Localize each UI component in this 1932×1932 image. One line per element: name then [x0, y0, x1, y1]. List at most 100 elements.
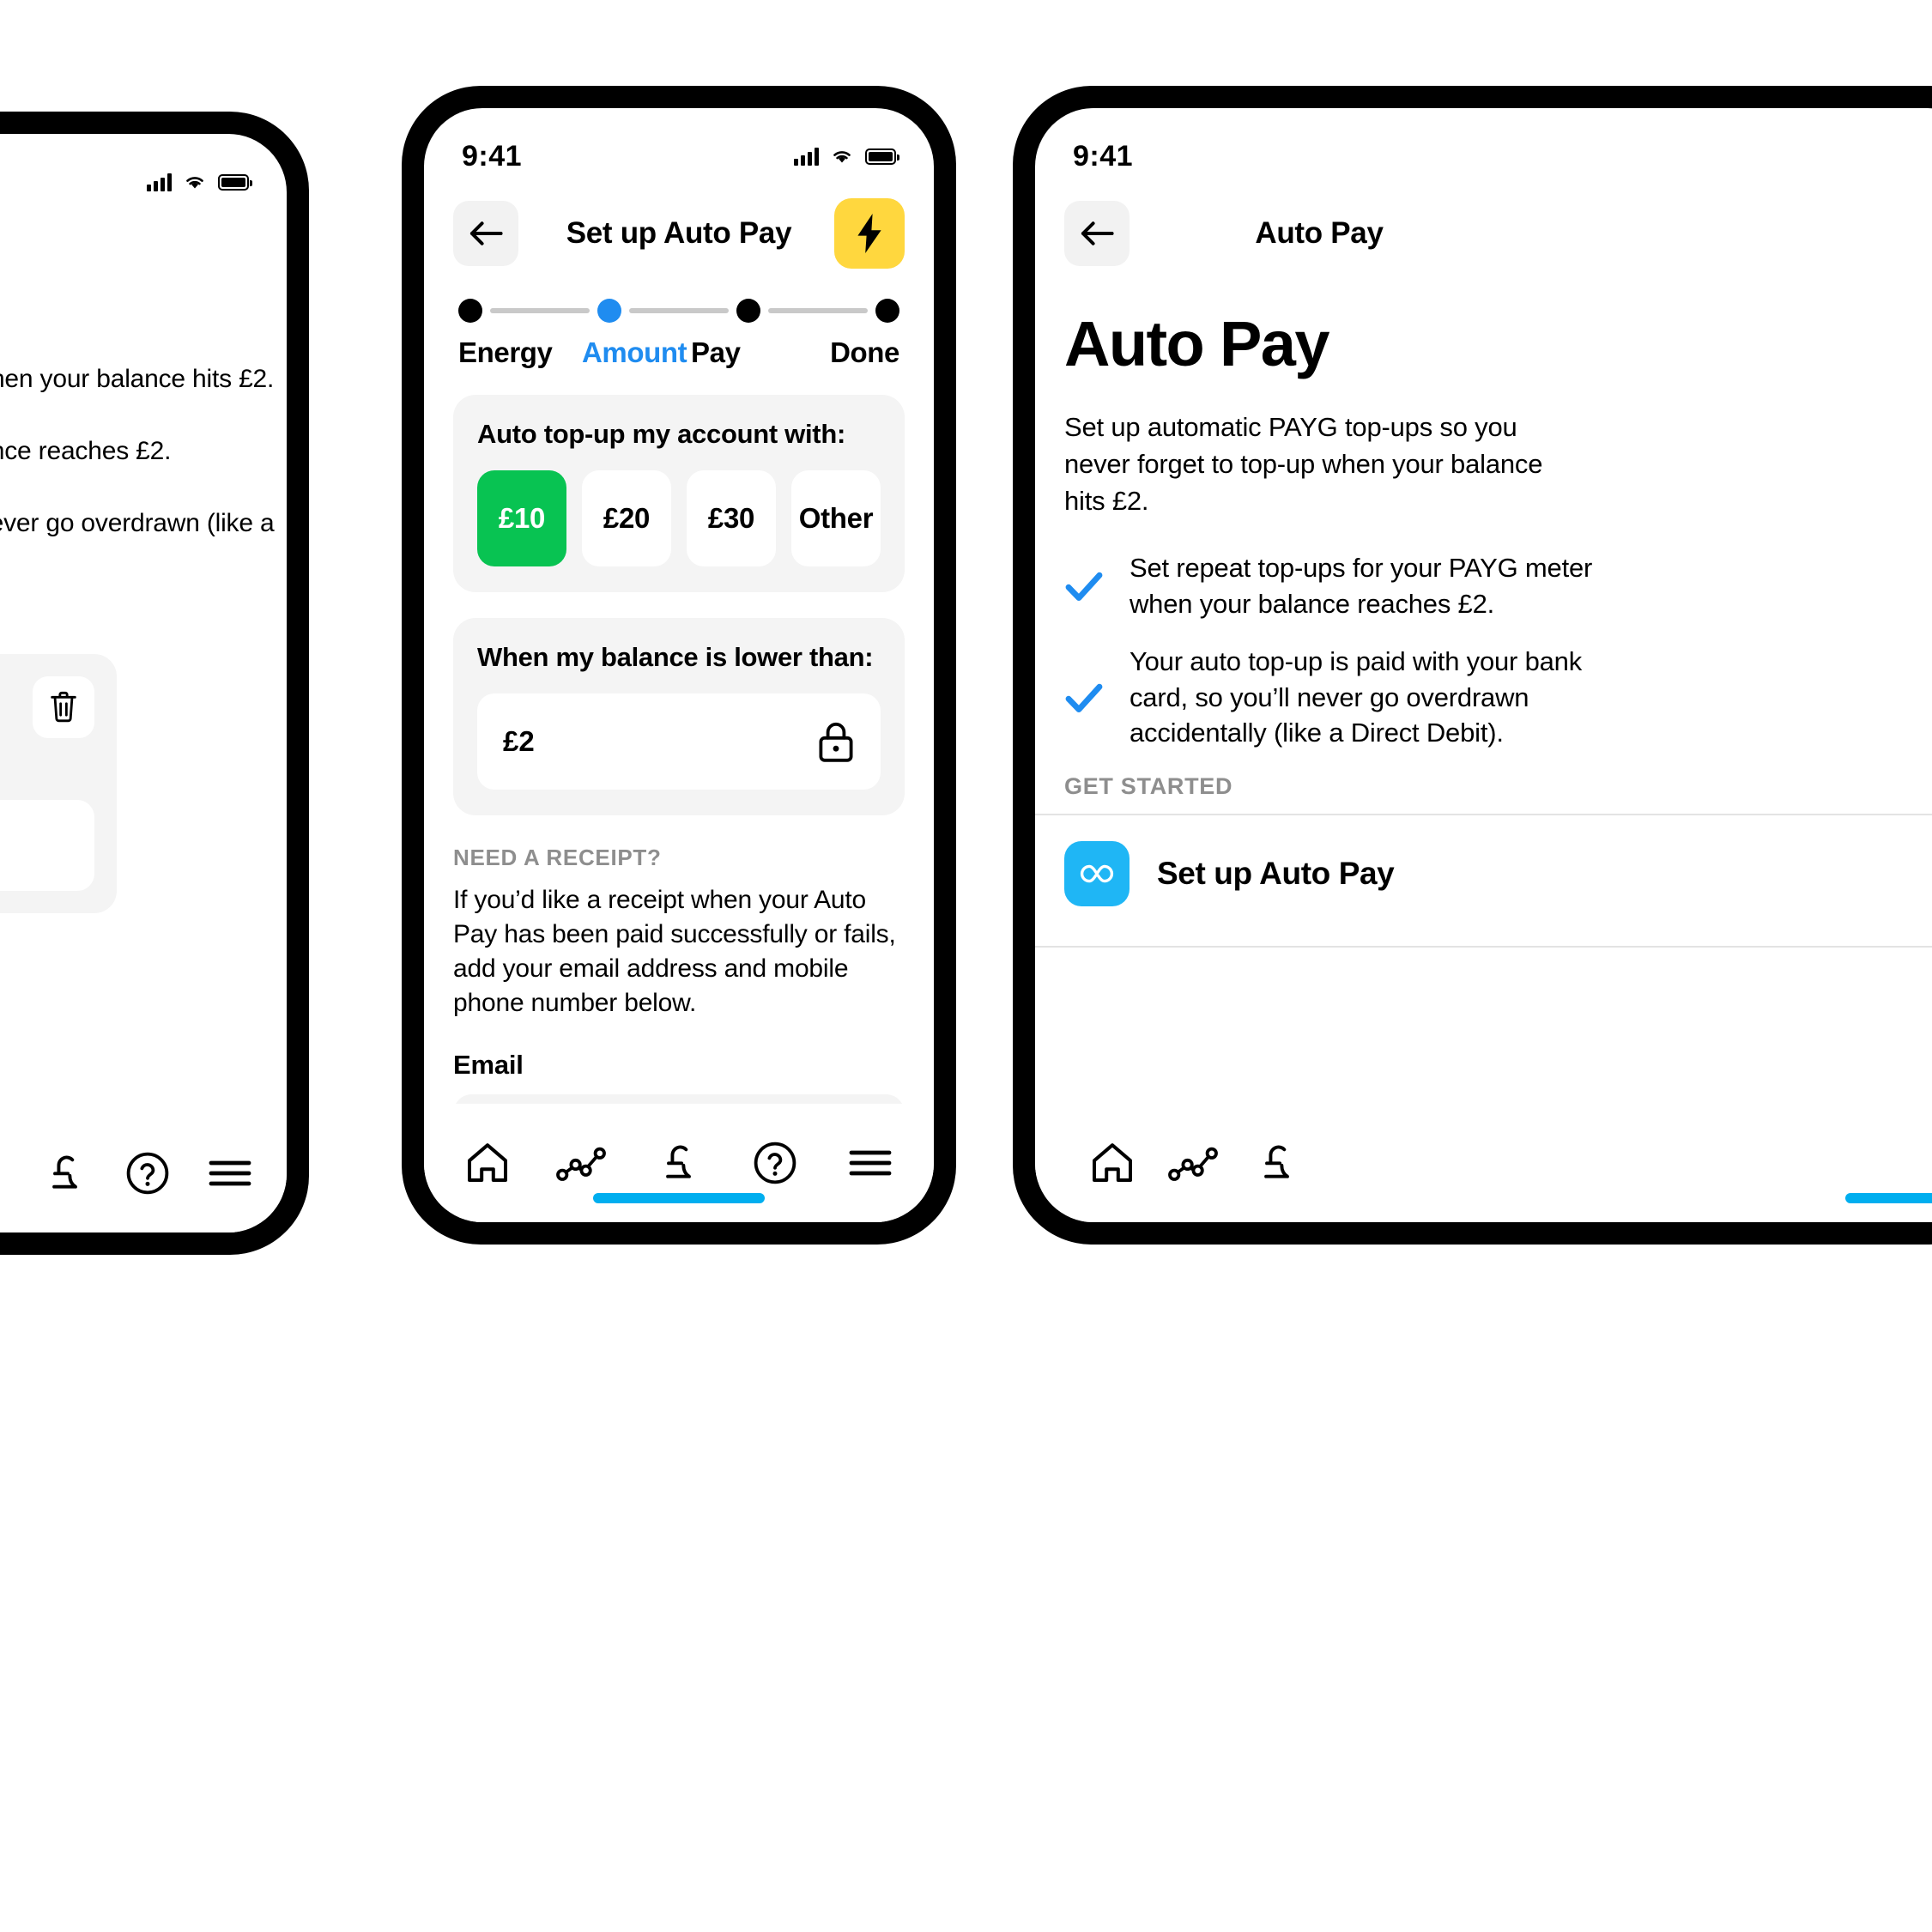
check-icon — [1065, 683, 1103, 712]
credit-limit-row: £2.00 — [0, 799, 94, 891]
back-button-right[interactable] — [1064, 201, 1130, 266]
status-clock-center: 9:41 — [462, 139, 523, 173]
home-icon — [467, 1143, 507, 1182]
tab-bar-left — [0, 1114, 287, 1232]
threshold-value: £2 — [503, 725, 535, 757]
wifi-icon — [833, 151, 851, 163]
battery-icon — [218, 173, 252, 191]
credit-limit-card: Credit limit £2.00 — [0, 653, 117, 913]
set-up-auto-pay-row[interactable]: Set up Auto Pay — [1064, 815, 1932, 932]
trash-icon — [51, 691, 76, 722]
step-dot-done[interactable] — [875, 299, 899, 323]
phone-mockup-center: 9:41 Set up Auto Pay Energy Amount Pay D… — [402, 86, 956, 1245]
tab-menu-left[interactable] — [189, 1132, 271, 1214]
step-label-amount: Amount — [582, 336, 687, 368]
status-bar-left — [0, 134, 287, 204]
tab-help-left[interactable] — [106, 1132, 189, 1214]
signal-bars-icon — [794, 147, 819, 166]
status-bar-right: 9:41 — [1035, 108, 1932, 179]
nav-bar-center: Set up Auto Pay — [424, 179, 934, 270]
email-label: Email — [453, 1049, 524, 1080]
step-dot-energy[interactable] — [458, 299, 482, 323]
amount-option-20[interactable]: £20 — [582, 470, 671, 566]
step-label-done: Done — [830, 336, 899, 368]
benefit-text: Your auto top-up is paid with your bank … — [1130, 646, 1583, 748]
tab-home-right[interactable] — [1071, 1122, 1154, 1204]
set-up-auto-pay-label: Set up Auto Pay — [1157, 855, 1395, 891]
help-icon — [126, 1152, 169, 1195]
receipt-body: If you’d like a receipt when your Auto P… — [453, 886, 896, 1017]
credit-limit-value[interactable]: £2.00 — [0, 799, 94, 891]
stepper-track — [458, 299, 899, 323]
tab-pay-left[interactable] — [24, 1132, 106, 1214]
menu-icon — [209, 1160, 251, 1186]
benefits-list: Set repeat top-ups for your PAYG meter w… — [1064, 550, 1932, 751]
benefit-text: Set repeat top-ups for your PAYG meter w… — [1130, 553, 1593, 619]
status-indicators — [147, 173, 252, 191]
step-label-energy: Energy — [458, 336, 553, 368]
amount-card-title: Auto top-up my account with: — [477, 419, 845, 449]
auto-pay-heading: Auto Pay — [1064, 308, 1330, 379]
home-icon — [1093, 1143, 1132, 1182]
credit-limit-label: Credit limit — [0, 754, 94, 784]
lightning-action-button[interactable] — [834, 198, 905, 269]
usage-chart-icon — [556, 1147, 607, 1181]
left-paragraph-1: c PAYG top-ups so you never when your ba… — [0, 365, 275, 393]
home-indicator-right — [1845, 1193, 1932, 1203]
benefit-item: Set repeat top-ups for your PAYG meter w… — [1064, 550, 1932, 621]
phone-screen-right: 9:41 Auto Pay Auto Pay Set up automatic … — [1035, 108, 1932, 1222]
tab-home-center[interactable] — [446, 1122, 529, 1204]
amount-option-30[interactable]: £30 — [687, 470, 776, 566]
status-bar-center: 9:41 — [424, 108, 934, 179]
threshold-card-title: When my balance is lower than: — [477, 642, 874, 672]
battery-icon — [865, 148, 899, 165]
back-button[interactable] — [453, 201, 518, 266]
phone-mockup-left: Auto Pay c PAYG top-ups so you never whe… — [0, 112, 309, 1255]
step-dot-pay[interactable] — [736, 299, 760, 323]
left-paragraph-3: op-up is paid with your bank ll never go… — [0, 508, 275, 537]
status-indicators-center — [794, 147, 899, 166]
threshold-card: When my balance is lower than: £2 — [453, 618, 905, 815]
phone-screen-center: 9:41 Set up Auto Pay Energy Amount Pay D… — [424, 108, 934, 1222]
setup-stepper: Energy Amount Pay Done — [424, 270, 934, 369]
amount-option-other[interactable]: Other — [791, 470, 881, 566]
phone-mockup-right: 9:41 Auto Pay Auto Pay Set up automatic … — [1013, 86, 1932, 1245]
menu-icon — [849, 1150, 892, 1176]
amount-card: Auto top-up my account with: £10 £20 £30… — [453, 395, 905, 592]
back-arrow-icon — [469, 221, 503, 245]
tab-usage-center[interactable] — [542, 1122, 624, 1204]
tab-pay-right[interactable] — [1236, 1122, 1318, 1204]
phone-screen-left: Auto Pay c PAYG top-ups so you never whe… — [0, 134, 287, 1232]
benefit-item: Your auto top-up is paid with your bank … — [1064, 644, 1932, 751]
infinity-icon — [1080, 864, 1114, 883]
left-paragraph-2: op-ups for your PAYG your balance reache… — [0, 436, 172, 465]
home-indicator-center — [593, 1193, 765, 1203]
amount-options: £10 £20 £30 Other — [477, 470, 881, 566]
pound-icon — [1264, 1145, 1289, 1178]
usage-chart-icon — [1168, 1147, 1218, 1181]
pound-icon — [666, 1145, 691, 1178]
tab-pay-center[interactable] — [638, 1122, 720, 1204]
lock-icon — [819, 722, 853, 762]
threshold-field[interactable]: £2 — [477, 693, 881, 790]
auto-pay-intro: Set up automatic PAYG top-ups so you nev… — [1064, 412, 1543, 516]
pound-icon — [52, 1155, 77, 1189]
amount-option-10[interactable]: £10 — [477, 470, 566, 566]
delete-button[interactable] — [33, 675, 94, 738]
infinity-icon-badge — [1064, 840, 1130, 906]
receipt-eyebrow: NEED A RECEIPT? — [453, 845, 662, 870]
check-icon — [1065, 572, 1103, 601]
nav-bar-right: Auto Pay — [1035, 179, 1932, 270]
tab-bar-center — [424, 1104, 934, 1222]
step-line-1 — [490, 308, 590, 313]
tab-menu-center[interactable] — [829, 1122, 911, 1204]
screenshot-canvas: Auto Pay c PAYG top-ups so you never whe… — [0, 0, 1932, 1932]
step-dot-amount[interactable] — [597, 299, 621, 323]
step-label-pay: Pay — [691, 336, 741, 368]
tab-usage-right[interactable] — [1154, 1122, 1236, 1204]
divider-bottom — [1035, 945, 1932, 948]
stepper-labels: Energy Amount Pay Done — [458, 336, 899, 369]
help-icon — [754, 1142, 796, 1184]
page-title-right: Auto Pay — [1255, 216, 1384, 250]
tab-help-center[interactable] — [734, 1122, 816, 1204]
